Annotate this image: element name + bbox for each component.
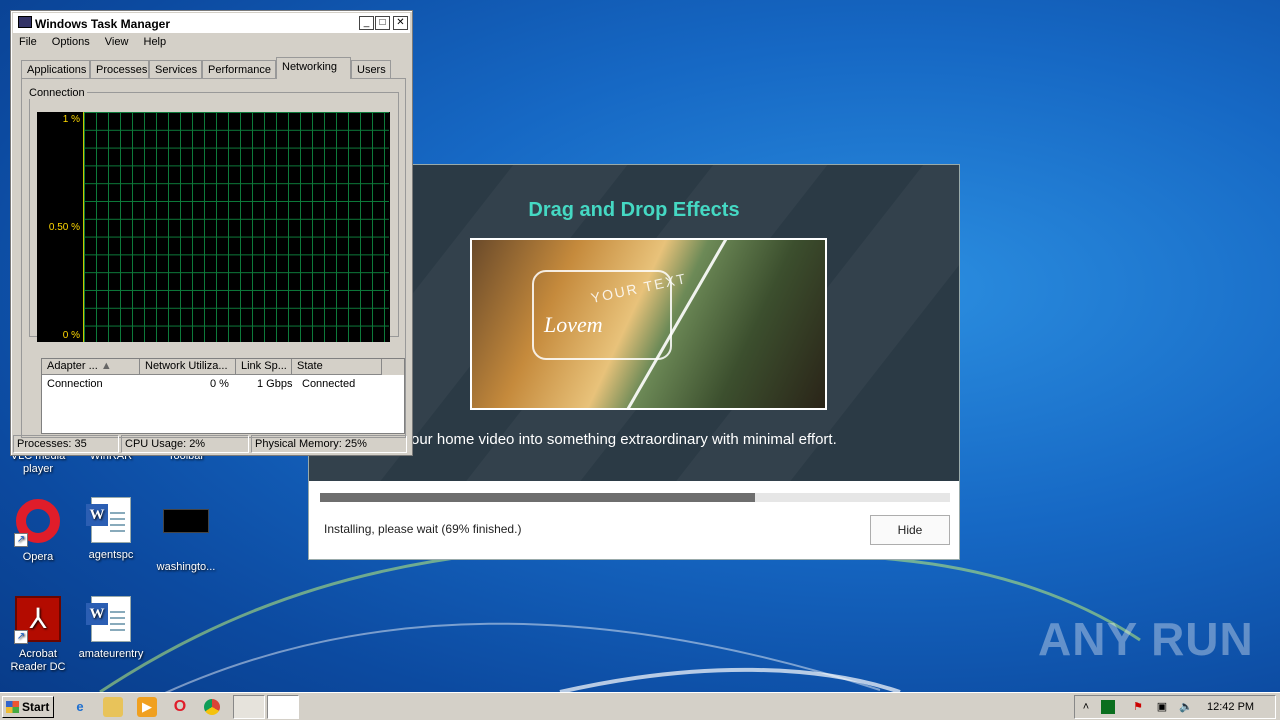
desktop-icon-label: washingto... [156, 561, 216, 573]
anyrun-watermark: ANY RUN [1038, 613, 1254, 665]
tab-processes[interactable]: Processes [90, 60, 149, 79]
network-icon[interactable]: ▣ [1155, 700, 1169, 714]
column-state[interactable]: State [292, 359, 382, 375]
graph-label-bottom: 0 % [62, 330, 80, 341]
taskbar-app-installer[interactable] [233, 695, 265, 719]
tray-app-icon[interactable] [1101, 700, 1115, 714]
internet-explorer-icon[interactable]: e [70, 697, 90, 717]
column-adapter[interactable]: Adapter ... ▲ [42, 359, 140, 375]
menu-options[interactable]: Options [52, 36, 90, 48]
status-bar: Processes: 35 CPU Usage: 2% Physical Mem… [13, 435, 410, 453]
close-icon[interactable]: ✕ [393, 16, 408, 30]
desktop-icon-label: Opera [22, 551, 54, 563]
taskbar-app-task-manager[interactable] [267, 695, 299, 719]
explorer-icon[interactable] [103, 697, 123, 717]
hide-button[interactable]: Hide [870, 515, 950, 545]
status-processes: Processes: 35 [13, 435, 119, 453]
cell-state: Connected [302, 378, 356, 390]
desktop-icon-amateurentry[interactable]: W amateurentry [73, 596, 149, 661]
menu-help[interactable]: Help [144, 36, 167, 48]
cell-adapter: Connection [47, 378, 103, 390]
chrome-icon[interactable] [204, 699, 220, 715]
desktop-icon-agentspc[interactable]: W agentspc [73, 497, 149, 562]
status-memory: Physical Memory: 25% [251, 435, 407, 453]
windows-flag-icon [6, 701, 19, 713]
adapter-list-header: Adapter ... ▲ Network Utiliza... Link Sp… [42, 359, 404, 375]
menu-file[interactable]: File [19, 36, 37, 48]
image-thumbnail-icon [162, 509, 210, 557]
volume-icon[interactable]: 🔈 [1179, 700, 1193, 714]
acrobat-icon: ⅄ ↗ [14, 596, 62, 644]
window-title: Windows Task Manager [35, 17, 171, 31]
install-progress-bar [320, 493, 950, 502]
graph-grid [83, 112, 389, 342]
graph-label-mid: 0.50 % [48, 222, 80, 233]
start-button[interactable]: Start [2, 696, 54, 718]
desktop-icon-label: player [23, 463, 53, 475]
status-cpu: CPU Usage: 2% [121, 435, 249, 453]
graph-label-top: 1 % [62, 114, 80, 125]
cell-utilization: 0 % [210, 378, 229, 390]
install-status-text: Installing, please wait (69% finished.) [324, 522, 522, 536]
effect-preview-image: YOUR TEXT Lovem [470, 238, 827, 410]
maximize-icon[interactable]: □ [375, 16, 390, 30]
word-document-icon: W [86, 497, 135, 545]
taskbar: Start e ▶ O ˄ ⚑ ▣ 🔈 12:42 PM [0, 692, 1280, 720]
action-center-icon[interactable]: ⚑ [1131, 700, 1145, 714]
desktop-icon-label: agentspc [88, 549, 134, 561]
system-tray: ˄ ⚑ ▣ 🔈 12:42 PM [1074, 695, 1276, 719]
media-player-icon[interactable]: ▶ [137, 697, 157, 717]
clock[interactable]: 12:42 PM [1207, 701, 1254, 713]
desktop-icon-label: Acrobat Reader DC [10, 648, 66, 673]
column-utilization[interactable]: Network Utiliza... [140, 359, 236, 375]
tab-users[interactable]: Users [351, 60, 391, 79]
connection-group-label: Connection [27, 87, 87, 99]
menu-bar: File Options View Help [19, 36, 178, 52]
tab-performance[interactable]: Performance [202, 60, 276, 79]
tray-expand-icon[interactable]: ˄ [1079, 700, 1093, 714]
task-manager-titlebar[interactable]: Windows Task Manager _ □ ✕ [13, 13, 410, 33]
desktop-icon-opera[interactable]: ↗ Opera [0, 497, 76, 564]
tab-services[interactable]: Services [149, 60, 202, 79]
preview-script-text: Lovem [544, 312, 603, 337]
opera-icon: ↗ [14, 499, 62, 547]
word-document-icon: W [86, 596, 135, 644]
desktop-icon-washington[interactable]: washingto... [148, 497, 224, 574]
task-manager-icon [18, 16, 32, 28]
desktop-icon-label: amateurentry [78, 648, 144, 660]
minimize-icon[interactable]: _ [359, 16, 374, 30]
tab-networking[interactable]: Networking [276, 57, 351, 79]
start-label: Start [22, 700, 50, 714]
installer-description: our home video into something extraordin… [411, 431, 837, 448]
column-link-speed[interactable]: Link Sp... [236, 359, 292, 375]
adapter-list[interactable]: Adapter ... ▲ Network Utiliza... Link Sp… [41, 358, 405, 434]
task-manager-window: Windows Task Manager _ □ ✕ File Options … [10, 10, 413, 456]
network-graph: 1 % 0.50 % 0 % [37, 112, 390, 342]
desktop-icon-acrobat[interactable]: ⅄ ↗ Acrobat Reader DC [0, 596, 76, 674]
tab-applications[interactable]: Applications [21, 60, 90, 79]
install-progress-fill [320, 493, 755, 502]
menu-view[interactable]: View [105, 36, 129, 48]
cell-link-speed: 1 Gbps [257, 378, 293, 390]
opera-icon[interactable]: O [170, 697, 190, 717]
